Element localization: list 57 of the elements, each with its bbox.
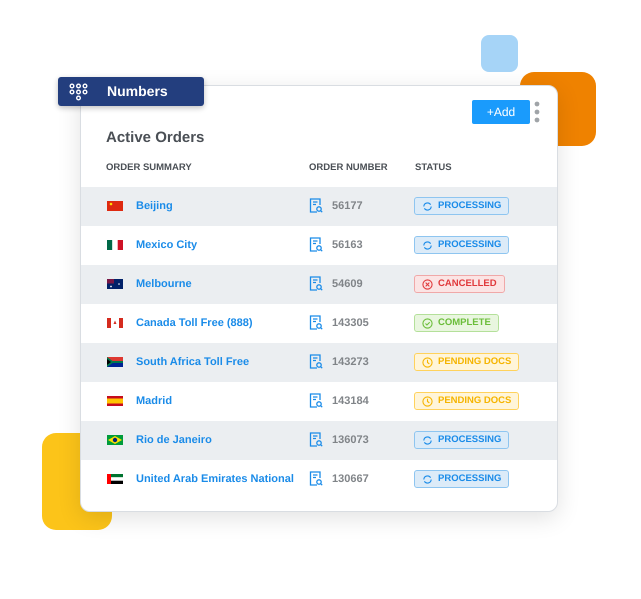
cancel-icon [422, 278, 433, 290]
order-link[interactable]: Canada Toll Free (888) [136, 314, 309, 332]
card-title: Active Orders [106, 128, 204, 148]
tab-label: Numbers [107, 82, 168, 101]
clock-icon [422, 396, 433, 406]
sync-icon [422, 240, 433, 250]
order-row[interactable]: Beijing 56177 PROCESSING [81, 186, 557, 226]
more-icon[interactable] [533, 101, 541, 123]
status-badge: PROCESSING [414, 431, 510, 449]
order-link[interactable]: Melbourne [136, 276, 309, 292]
column-header: ORDER NUMBER [309, 161, 389, 176]
order-row[interactable]: Rio de Janeiro 136073 PROCESSING [81, 420, 557, 460]
order-number: 56163 [332, 238, 364, 253]
order-row[interactable]: Canada Toll Free (888) 143305 COMPLETE [81, 304, 557, 342]
decor-square [481, 35, 518, 72]
sync-icon [422, 474, 433, 484]
order-number: 136073 [332, 432, 370, 448]
status-badge: PROCESSING [414, 236, 510, 254]
status-badge: PROCESSING [414, 470, 510, 488]
order-number: 143273 [332, 354, 370, 370]
column-header: STATUS [415, 161, 452, 176]
order-row[interactable]: Mexico City 56163 PROCESSING [81, 226, 557, 264]
order-number: 130667 [332, 472, 370, 487]
order-number: 143184 [332, 394, 370, 409]
status-badge: PENDING DOCS [414, 353, 520, 371]
document-search-icon[interactable] [309, 432, 323, 448]
order-row[interactable]: Melbourne 54609 CANCELLED [81, 264, 557, 304]
document-search-icon[interactable] [309, 471, 323, 487]
sync-icon [422, 434, 433, 446]
sync-icon [422, 200, 433, 212]
status-badge: PENDING DOCS [414, 392, 520, 410]
order-link[interactable]: Beijing [136, 198, 309, 214]
document-search-icon[interactable] [309, 315, 323, 331]
status-badge: PROCESSING [414, 197, 510, 215]
order-link[interactable]: Mexico City [136, 236, 309, 254]
order-link[interactable]: South Africa Toll Free [136, 354, 309, 370]
document-search-icon[interactable] [309, 276, 323, 292]
status-badge: CANCELLED [414, 275, 505, 293]
order-row[interactable]: South Africa Toll Free 143273 PENDING DOCS [81, 342, 557, 382]
keypad-icon [69, 82, 88, 100]
order-number: 56177 [332, 198, 364, 214]
document-search-icon[interactable] [309, 198, 323, 214]
order-number: 54609 [332, 276, 364, 292]
order-link[interactable]: United Arab Emirates National [136, 470, 309, 488]
order-link[interactable]: Rio de Janeiro [136, 432, 309, 448]
order-number: 143305 [332, 316, 370, 331]
add-button[interactable]: +Add [472, 100, 530, 124]
order-row[interactable]: Madrid 143184 PENDING DOCS [81, 382, 557, 420]
order-row[interactable]: United Arab Emirates National 130667 PROCESSING [81, 460, 557, 498]
check-icon [422, 318, 433, 328]
clock-icon [422, 356, 433, 368]
column-header: ORDER SUMMARY [106, 161, 193, 176]
document-search-icon[interactable] [309, 354, 323, 370]
order-link[interactable]: Madrid [136, 392, 309, 410]
document-search-icon[interactable] [309, 237, 323, 253]
document-search-icon[interactable] [309, 393, 323, 409]
status-badge: COMPLETE [414, 314, 499, 332]
